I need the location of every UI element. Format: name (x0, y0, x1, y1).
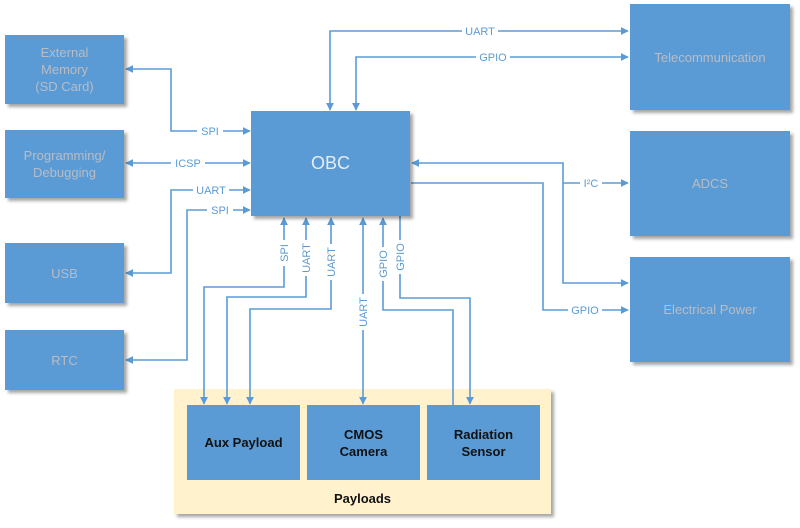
label-gpio-telecom: GPIO (479, 52, 507, 64)
block-external-memory: External Memory (SD Card) (5, 35, 124, 104)
wire-obc-telecom-gpio (352, 53, 629, 111)
wire-obc-rtc (125, 206, 251, 364)
label-uart-telecom: UART (465, 26, 495, 38)
block-electrical-power: Electrical Power (630, 257, 790, 362)
label-uart-aux-1: UART (301, 243, 313, 273)
label-uart-usb: UART (196, 185, 226, 197)
wire-obc-aux-uart1 (223, 217, 310, 405)
label-spi-rtc: SPI (211, 205, 229, 217)
label-gpio-rad-out: GPIO (395, 243, 407, 271)
block-rtc: RTC (5, 330, 124, 390)
wire-obc-usb (125, 186, 251, 277)
block-programming-debugging: Programming/ Debugging (5, 130, 124, 198)
label-i2c: I²C (584, 178, 599, 190)
wire-obc-eps-gpio (411, 182, 629, 314)
block-telecommunication: Telecommunication (630, 4, 790, 110)
wire-obc-extmem (125, 65, 251, 135)
block-cmos-camera: CMOS Camera (307, 405, 420, 480)
block-radiation-sensor: Radiation Sensor (427, 405, 540, 480)
label-spi-extmem: SPI (201, 126, 219, 138)
label-uart-aux-2: UART (326, 247, 338, 277)
block-aux-payload: Aux Payload (187, 405, 300, 480)
wire-obc-aux-spi (200, 217, 288, 405)
wire-obc-telecom-uart (326, 27, 629, 111)
payloads-title: Payloads (333, 491, 392, 506)
block-adcs: ADCS (630, 131, 790, 236)
label-spi-aux: SPI (279, 244, 291, 262)
label-uart-cmos: UART (358, 297, 370, 327)
label-icsp: ICSP (175, 158, 201, 170)
label-gpio-eps: GPIO (571, 305, 599, 317)
label-gpio-rad-in: GPIO (378, 250, 390, 278)
block-obc: OBC (251, 111, 410, 216)
block-usb: USB (5, 243, 124, 303)
